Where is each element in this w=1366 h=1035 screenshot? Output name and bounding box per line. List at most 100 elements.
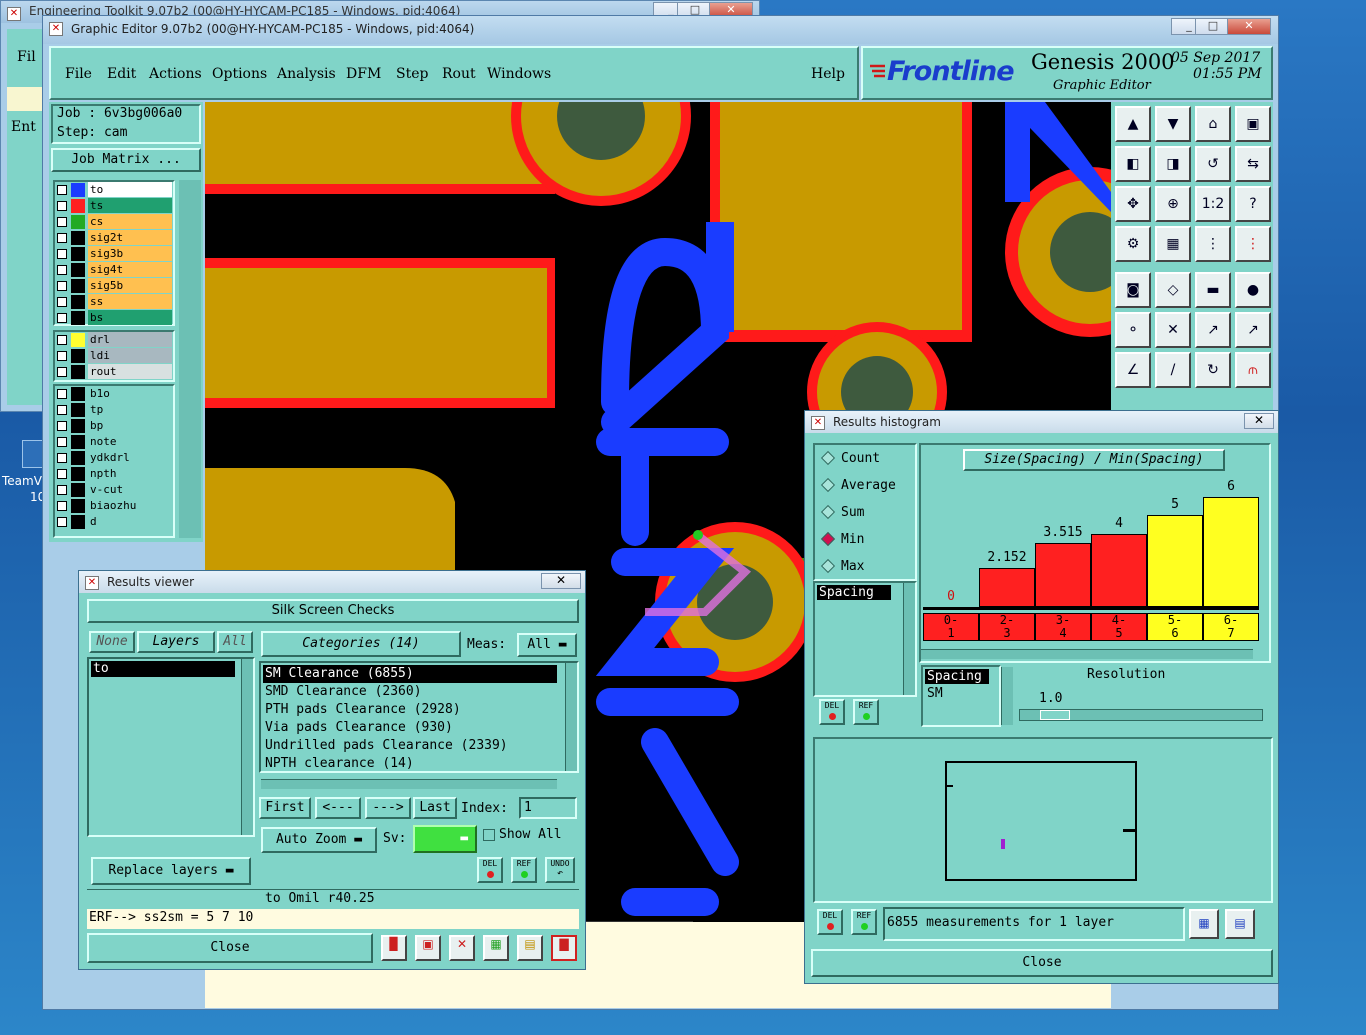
layer-row-ts[interactable]: ts: [55, 198, 173, 214]
type-scrollbar[interactable]: [1001, 667, 1013, 725]
layer-checkbox[interactable]: [57, 313, 67, 323]
last-button[interactable]: Last: [413, 797, 457, 819]
category-hscrollbar[interactable]: [261, 779, 557, 789]
layer-name[interactable]: bs: [88, 310, 172, 325]
layer-row-drl[interactable]: drl: [55, 332, 173, 348]
meas-select[interactable]: All ▬: [517, 633, 577, 657]
spacing-scrollbar[interactable]: [903, 583, 915, 695]
layer-checkbox[interactable]: [57, 265, 67, 275]
auto-zoom-select[interactable]: Auto Zoom ▬: [261, 827, 377, 853]
angle-icon[interactable]: ∠: [1115, 352, 1151, 388]
menu-step[interactable]: Step: [396, 66, 428, 82]
layer-row-b1o[interactable]: b1o: [55, 386, 173, 402]
pad-icon[interactable]: ●: [1235, 272, 1271, 308]
layer-row-ydkdrl[interactable]: ydkdrl: [55, 450, 173, 466]
layer-row-sig2t[interactable]: sig2t: [55, 230, 173, 246]
move-right-icon[interactable]: ◨: [1155, 146, 1191, 182]
zoom-histogram-icon[interactable]: ▦: [1189, 909, 1219, 939]
layer-row-rout[interactable]: rout: [55, 364, 173, 380]
layer-row-biaozhu[interactable]: biaozhu: [55, 498, 173, 514]
layer-name[interactable]: sig4t: [88, 262, 172, 277]
job-matrix-button[interactable]: Job Matrix ...: [51, 148, 201, 172]
menu-help[interactable]: Help: [811, 66, 845, 82]
close-x-button[interactable]: ✕: [1244, 413, 1274, 429]
histogram-bar[interactable]: [1147, 515, 1203, 607]
category-item[interactable]: SM Clearance (6855): [263, 665, 557, 683]
bin-label[interactable]: 3- 4: [1035, 613, 1091, 641]
rotate-icon[interactable]: ↺: [1195, 146, 1231, 182]
layer-checkbox[interactable]: [57, 437, 67, 447]
layer-name[interactable]: biaozhu: [88, 498, 172, 513]
window-icon[interactable]: ▣: [1235, 106, 1271, 142]
layer-checkbox[interactable]: [57, 367, 67, 377]
bin-label[interactable]: 0- 1: [923, 613, 979, 641]
menu-dfm[interactable]: DFM: [346, 66, 381, 82]
layer-checkbox[interactable]: [57, 485, 67, 495]
select-icon[interactable]: ◙: [1115, 272, 1151, 308]
category-item[interactable]: SMD Clearance (2360): [263, 683, 557, 701]
category-item[interactable]: NPTH clearance (14): [263, 755, 557, 773]
bin-label[interactable]: 5- 6: [1147, 613, 1203, 641]
toolkit-field[interactable]: [7, 87, 47, 111]
layer-checkbox[interactable]: [57, 185, 67, 195]
results-histogram-dialog[interactable]: Results histogram ✕ ✕ Count Average Sum …: [804, 410, 1279, 984]
category-item[interactable]: Undrilled pads Clearance (2339): [263, 737, 557, 755]
menu-options[interactable]: Options: [212, 66, 267, 82]
layer-checkbox[interactable]: [57, 351, 67, 361]
export-histogram-icon[interactable]: ▤: [1225, 909, 1255, 939]
layer-checkbox[interactable]: [57, 201, 67, 211]
shape-icon[interactable]: ◇: [1155, 272, 1191, 308]
report-icon[interactable]: ▤: [517, 935, 543, 961]
option-count[interactable]: Count: [820, 450, 880, 466]
layer-name[interactable]: ts: [88, 198, 172, 213]
layer-checkbox[interactable]: [57, 233, 67, 243]
snap-icon[interactable]: ⋮: [1195, 226, 1231, 262]
close-x-button[interactable]: ✕: [541, 573, 581, 589]
layer-row-to[interactable]: to: [55, 182, 173, 198]
menu-rout[interactable]: Rout: [442, 66, 476, 82]
layers-button[interactable]: Layers: [137, 631, 215, 653]
option-average[interactable]: Average: [820, 477, 896, 493]
reference-button[interactable]: REF: [851, 909, 877, 935]
layer-checkbox[interactable]: [57, 453, 67, 463]
spacing-list[interactable]: Spacing: [813, 581, 917, 697]
close-button[interactable]: Close: [87, 933, 373, 963]
layer-name[interactable]: b1o: [88, 386, 172, 401]
arrow-icon[interactable]: ↗: [1235, 312, 1271, 348]
menu-file[interactable]: File: [65, 66, 92, 82]
spacing-list-item[interactable]: Spacing: [817, 585, 891, 600]
close-button[interactable]: ✕: [1227, 18, 1271, 35]
slider-thumb[interactable]: [1040, 710, 1070, 720]
first-button[interactable]: First: [259, 797, 311, 819]
histogram-bar[interactable]: [979, 568, 1035, 607]
layer-checkbox[interactable]: [57, 389, 67, 399]
zoom-fit-icon[interactable]: ⊕: [1155, 186, 1191, 222]
layer-checkbox[interactable]: [57, 517, 67, 527]
layer-row-bs[interactable]: bs: [55, 310, 173, 326]
layer-row-d[interactable]: d: [55, 514, 173, 530]
layer-name[interactable]: ss: [88, 294, 172, 309]
category-list[interactable]: SM Clearance (6855) SMD Clearance (2360) P…: [259, 661, 579, 773]
histogram-bar[interactable]: [1035, 543, 1091, 607]
grid-icon[interactable]: ▦: [1155, 226, 1191, 262]
layer-name[interactable]: to: [88, 182, 172, 197]
exclude-icon[interactable]: ✕: [449, 935, 475, 961]
layer-row-cs[interactable]: cs: [55, 214, 173, 230]
move-up-icon[interactable]: ▲: [1115, 106, 1151, 142]
none-button[interactable]: None: [89, 631, 135, 653]
layer-checkbox[interactable]: [57, 217, 67, 227]
draw-icon[interactable]: ▉: [381, 935, 407, 961]
option-min[interactable]: Min: [820, 531, 864, 547]
layer-row-ss[interactable]: ss: [55, 294, 173, 310]
delete-button[interactable]: DEL: [819, 699, 845, 725]
reference-button[interactable]: REF: [853, 699, 879, 725]
option-sum[interactable]: Sum: [820, 504, 864, 520]
snap-red-icon[interactable]: ⋮: [1235, 226, 1271, 262]
chart-hscrollbar[interactable]: [921, 649, 1253, 659]
layer-results-list[interactable]: to: [87, 657, 255, 837]
menu-actions[interactable]: Actions: [149, 66, 202, 82]
home-icon[interactable]: ⌂: [1195, 106, 1231, 142]
arc-icon[interactable]: ↻: [1195, 352, 1231, 388]
close-button[interactable]: Close: [811, 949, 1273, 977]
bin-label[interactable]: 2- 3: [979, 613, 1035, 641]
